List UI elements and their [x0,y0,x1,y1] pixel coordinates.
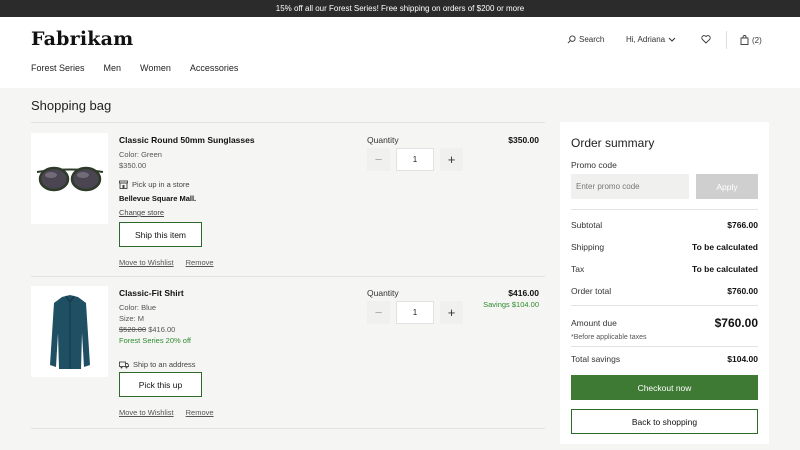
store-icon [119,180,128,189]
amount-due-label: Amount due [571,318,617,328]
search-icon [567,35,576,44]
fulfillment-method: Ship to an address [119,360,196,369]
divider [571,305,758,306]
main-nav: Forest Series Men Women Accessories [31,63,238,73]
tax-note: *Before applicable taxes [571,334,647,341]
shipping-label: Shipping [571,242,605,252]
divider [571,346,758,347]
product-size: Size: M [119,314,145,323]
shipping-row: Shipping To be calculated [571,242,758,252]
promo-code-input[interactable]: Enter promo code [571,174,689,199]
quantity-value[interactable]: 1 [396,148,434,171]
order-summary: Order summary Promo code Enter promo cod… [560,122,769,444]
cart-count: (2) [752,35,762,45]
nav-men[interactable]: Men [104,63,122,73]
brand-logo[interactable]: Fabrikam [31,28,133,50]
product-name[interactable]: Classic-Fit Shirt [119,288,184,298]
order-total-label: Order total [571,286,612,296]
amount-due-value: $760.00 [714,316,758,330]
truck-icon [119,361,129,368]
promo-banner: 15% off all our Forest Series! Free ship… [0,0,800,17]
nav-accessories[interactable]: Accessories [190,63,239,73]
quantity-label: Quantity [367,288,399,298]
amount-due-row: Amount due $760.00 [571,316,758,330]
decrease-quantity-button[interactable]: − [367,301,390,324]
increase-quantity-button[interactable]: + [440,301,463,324]
remove-link[interactable]: Remove [186,408,214,417]
decrease-quantity-button[interactable]: − [367,148,390,171]
tax-value: To be calculated [692,264,758,274]
cart-item: Classic Round 50mm Sunglasses Color: Gre… [31,122,545,277]
order-total-value: $760.00 [727,286,758,296]
item-savings: Savings $104.00 [483,300,539,309]
site-header: Fabrikam Search Hi, Adriana (2) Forest S… [0,17,800,88]
greeting-label: Hi, Adriana [626,35,666,44]
product-price: $520.00 $416.00 [119,324,175,335]
discount-label: Forest Series 20% off [119,336,191,345]
move-to-wishlist-link[interactable]: Move to Wishlist [119,258,174,267]
shirt-image [49,294,90,369]
item-actions: Move to Wishlist Remove [119,258,214,267]
wishlist-button[interactable] [701,35,711,44]
promo-code-label: Promo code [571,160,617,170]
remove-link[interactable]: Remove [186,258,214,267]
subtotal-value: $766.00 [727,220,758,230]
fulfillment-label: Pick up in a store [132,180,190,189]
item-total: $350.00 [508,135,539,145]
subtotal-row: Subtotal $766.00 [571,220,758,230]
pick-this-up-button[interactable]: Pick this up [119,372,202,397]
ship-this-item-button[interactable]: Ship this item [119,222,202,247]
header-divider [726,31,727,49]
product-color: Color: Green [119,150,162,159]
cart-button[interactable]: (2) [740,35,762,45]
product-color: Color: Blue [119,303,157,312]
sunglasses-image [36,166,103,191]
tax-row: Tax To be calculated [571,264,758,274]
nav-women[interactable]: Women [140,63,171,73]
account-menu[interactable]: Hi, Adriana [626,35,676,44]
order-summary-title: Order summary [571,136,655,150]
change-store-link[interactable]: Change store [119,208,164,217]
product-unit-price: $350.00 [119,161,147,170]
total-savings-value: $104.00 [727,354,758,364]
total-savings-row: Total savings $104.00 [571,354,758,364]
page-title: Shopping bag [31,98,112,113]
item-actions: Move to Wishlist Remove [119,408,214,417]
move-to-wishlist-link[interactable]: Move to Wishlist [119,408,174,417]
tax-label: Tax [571,264,585,274]
fulfillment-label: Ship to an address [133,360,196,369]
subtotal-label: Subtotal [571,220,603,230]
sale-price: $416.00 [148,325,176,334]
product-image-shirt[interactable] [31,286,108,377]
heart-icon [701,35,711,44]
original-price: $520.00 [119,325,147,334]
cart-item: Classic-Fit Shirt Color: Blue Size: M $5… [31,277,545,429]
increase-quantity-button[interactable]: + [440,148,463,171]
nav-forest-series[interactable]: Forest Series [31,63,85,73]
chevron-down-icon [668,37,676,42]
product-name[interactable]: Classic Round 50mm Sunglasses [119,135,255,145]
order-total-row: Order total $760.00 [571,286,758,296]
quantity-stepper: − 1 + [367,148,463,171]
quantity-stepper: − 1 + [367,301,463,324]
shopping-bag-icon [740,35,749,45]
store-name: Bellevue Square Mall. [119,194,197,203]
item-total: $416.00 [508,288,539,298]
total-savings-label: Total savings [571,354,621,364]
apply-promo-button[interactable]: Apply [696,174,758,199]
divider [571,209,758,210]
product-image-sunglasses[interactable] [31,133,108,224]
search-link[interactable]: Search [567,35,604,44]
fulfillment-method: Pick up in a store [119,180,190,189]
search-label: Search [579,35,605,44]
back-to-shopping-button[interactable]: Back to shopping [571,409,758,434]
quantity-value[interactable]: 1 [396,301,434,324]
shipping-value: To be calculated [692,242,758,252]
checkout-button[interactable]: Checkout now [571,375,758,400]
quantity-label: Quantity [367,135,399,145]
